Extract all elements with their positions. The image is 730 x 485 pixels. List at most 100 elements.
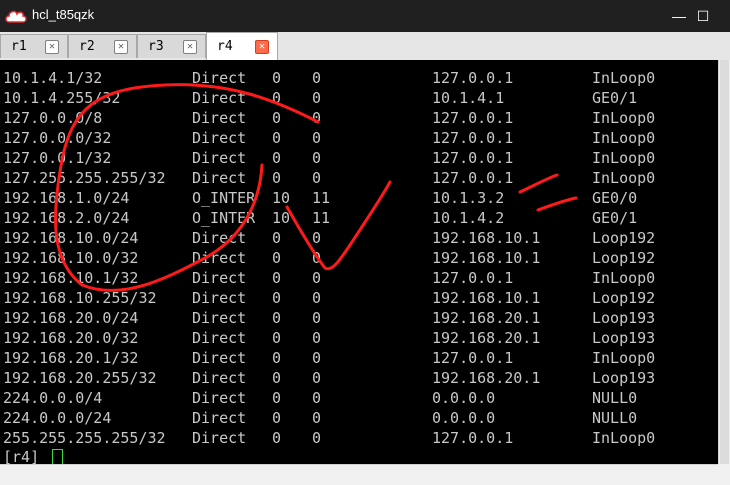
route-proto: Direct xyxy=(192,89,247,107)
route-iface: NULL0 xyxy=(592,389,638,407)
route-dest: 192.168.10.0/32 xyxy=(3,249,139,267)
tab-bar: r1 ✕ r2 ✕ r3 ✕ r4 ✕ xyxy=(0,32,730,60)
route-nexthop: 192.168.20.1 xyxy=(432,369,541,387)
route-cost: 0 xyxy=(312,269,322,287)
route-pre: 0 xyxy=(272,169,282,187)
title-bar: hcl_t85qzk — ☐ xyxy=(0,0,730,32)
route-iface: InLoop0 xyxy=(592,429,656,447)
scrollbar-thumb[interactable] xyxy=(720,60,729,464)
route-proto: O_INTER xyxy=(192,209,256,227)
route-nexthop: 127.0.0.1 xyxy=(432,429,514,447)
route-proto: Direct xyxy=(192,109,247,127)
route-row: 127.0.0.1/32 Direct 0 0 127.0.0.1 InLoop0 xyxy=(0,148,718,168)
scrollbar-corner xyxy=(718,464,730,484)
route-iface: Loop193 xyxy=(592,329,656,347)
route-nexthop: 10.1.3.2 xyxy=(432,189,505,207)
route-dest: 192.168.2.0/24 xyxy=(3,209,130,227)
route-row: 192.168.10.1/32 Direct 0 0 127.0.0.1 InLoop0 xyxy=(0,268,718,288)
route-proto: Direct xyxy=(192,149,247,167)
route-pre: 0 xyxy=(272,429,282,447)
horizontal-scrollbar[interactable] xyxy=(0,464,718,485)
route-row: 127.0.0.0/32 Direct 0 0 127.0.0.1 InLoop0 xyxy=(0,128,718,148)
route-dest: 224.0.0.0/24 xyxy=(3,409,112,427)
route-proto: Direct xyxy=(192,69,247,87)
route-iface: Loop193 xyxy=(592,309,656,327)
close-icon[interactable]: ✕ xyxy=(45,40,59,54)
maximize-button[interactable]: ☐ xyxy=(692,6,714,26)
route-pre: 0 xyxy=(272,249,282,267)
route-dest: 192.168.20.1/32 xyxy=(3,349,139,367)
route-pre: 0 xyxy=(272,89,282,107)
route-proto: Direct xyxy=(192,169,247,187)
route-pre: 0 xyxy=(272,289,282,307)
route-dest: 127.0.0.0/8 xyxy=(3,109,103,127)
route-pre: 0 xyxy=(272,349,282,367)
route-row: 224.0.0.0/24 Direct 0 0 0.0.0.0 NULL0 xyxy=(0,408,718,428)
route-dest: 192.168.1.0/24 xyxy=(3,189,130,207)
route-iface: Loop193 xyxy=(592,369,656,387)
tab-r4[interactable]: r4 ✕ xyxy=(206,32,278,60)
route-pre: 0 xyxy=(272,409,282,427)
route-proto: Direct xyxy=(192,329,247,347)
route-dest: 192.168.10.0/24 xyxy=(3,229,139,247)
route-cost: 11 xyxy=(312,189,331,207)
route-nexthop: 127.0.0.1 xyxy=(432,269,514,287)
route-dest: 192.168.20.0/32 xyxy=(3,329,139,347)
route-iface: InLoop0 xyxy=(592,149,656,167)
route-row: 192.168.20.0/32 Direct 0 0 192.168.20.1 Loop1… xyxy=(0,328,718,348)
route-cost: 0 xyxy=(312,149,322,167)
route-iface: NULL0 xyxy=(592,409,638,427)
route-pre: 0 xyxy=(272,269,282,287)
tab-r1[interactable]: r1 ✕ xyxy=(0,34,68,58)
route-pre: 0 xyxy=(272,69,282,87)
tab-label: r1 xyxy=(11,39,27,54)
route-proto: Direct xyxy=(192,409,247,427)
route-cost: 0 xyxy=(312,289,322,307)
route-nexthop: 10.1.4.2 xyxy=(432,209,505,227)
route-pre: 10 xyxy=(272,209,291,227)
tab-r3[interactable]: r3 ✕ xyxy=(137,34,206,58)
tab-label: r3 xyxy=(148,39,164,54)
route-cost: 0 xyxy=(312,409,322,427)
route-cost: 0 xyxy=(312,309,322,327)
route-row: 192.168.20.0/24 Direct 0 0 192.168.20.1 Loop1… xyxy=(0,308,718,328)
vertical-scrollbar[interactable] xyxy=(718,60,730,464)
route-cost: 0 xyxy=(312,249,322,267)
route-cost: 0 xyxy=(312,349,322,367)
route-iface: InLoop0 xyxy=(592,109,656,127)
route-cost: 0 xyxy=(312,169,322,187)
route-cost: 0 xyxy=(312,129,322,147)
route-row: 10.1.4.1/32 Direct 0 0 127.0.0.1 InLoop0 xyxy=(0,68,718,88)
route-iface: InLoop0 xyxy=(592,69,656,87)
route-dest: 10.1.4.255/32 xyxy=(3,89,121,107)
route-iface: InLoop0 xyxy=(592,169,656,187)
route-cost: 0 xyxy=(312,329,322,347)
route-iface: GE0/1 xyxy=(592,89,638,107)
route-nexthop: 192.168.20.1 xyxy=(432,329,541,347)
minimize-button[interactable]: — xyxy=(668,6,690,26)
route-nexthop: 127.0.0.1 xyxy=(432,109,514,127)
route-nexthop: 0.0.0.0 xyxy=(432,389,496,407)
route-iface: Loop192 xyxy=(592,289,656,307)
tab-r2[interactable]: r2 ✕ xyxy=(68,34,137,58)
route-row: 192.168.20.255/32 Direct 0 0 192.168.20.1 Loo… xyxy=(0,368,718,388)
route-pre: 0 xyxy=(272,369,282,387)
cloud-icon xyxy=(5,10,27,23)
route-iface: InLoop0 xyxy=(592,129,656,147)
route-cost: 0 xyxy=(312,429,322,447)
route-iface: Loop192 xyxy=(592,249,656,267)
close-icon[interactable]: ✕ xyxy=(183,40,197,54)
close-icon[interactable]: ✕ xyxy=(255,40,269,54)
route-cost: 11 xyxy=(312,209,331,227)
route-nexthop: 192.168.20.1 xyxy=(432,309,541,327)
route-proto: Direct xyxy=(192,129,247,147)
route-iface: InLoop0 xyxy=(592,349,656,367)
route-proto: Direct xyxy=(192,369,247,387)
route-dest: 192.168.10.255/32 xyxy=(3,289,157,307)
terminal-output[interactable]: 10.1.4.1/32 Direct 0 0 127.0.0.1 InLoop0 10.1.… xyxy=(0,60,718,464)
route-dest: 127.0.0.0/32 xyxy=(3,129,112,147)
route-pre: 0 xyxy=(272,149,282,167)
close-icon[interactable]: ✕ xyxy=(114,40,128,54)
route-nexthop: 192.168.10.1 xyxy=(432,249,541,267)
route-proto: Direct xyxy=(192,389,247,407)
